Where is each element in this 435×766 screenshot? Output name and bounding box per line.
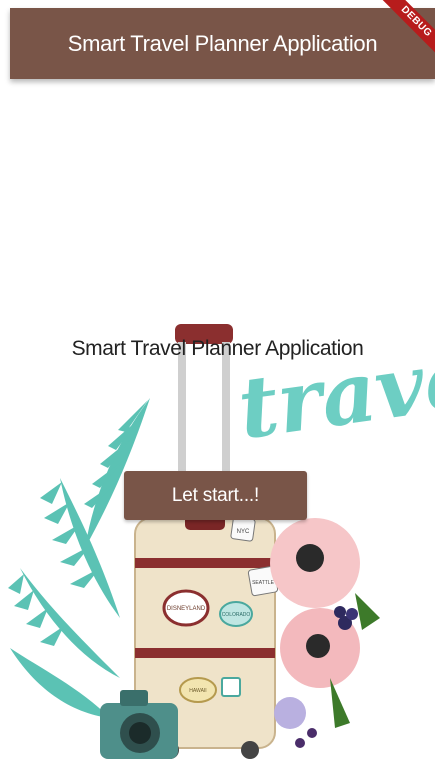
flowers-right	[270, 518, 380, 748]
suitcase-wheel-right	[241, 741, 259, 759]
sticker-seattle-label: SEATTLE	[252, 580, 275, 586]
app-bar: Smart Travel Planner Application	[10, 8, 435, 79]
page-title: Smart Travel Planner Application	[71, 337, 364, 360]
travel-illustration: travel DISNEYLAND COLORADO HAWAII SEATTL…	[0, 318, 435, 766]
sticker-disneyland-label: DISNEYLAND	[167, 606, 206, 612]
debug-banner-label: DEBUG	[378, 0, 435, 60]
let-start-button[interactable]: Let start...!	[124, 471, 307, 520]
suitcase-handle-right	[222, 342, 230, 472]
suitcase-handle-left	[178, 342, 186, 472]
sticker-nyc-label: NYC	[237, 529, 250, 535]
suitcase-strap-top	[135, 558, 275, 568]
sticker-colorado-label: COLORADO	[222, 612, 251, 618]
app-bar-title: Smart Travel Planner Application	[67, 30, 378, 56]
suitcase-strap-bottom	[135, 648, 275, 658]
sticker-x	[221, 677, 241, 697]
sticker-hawaii-label: HAWAII	[189, 688, 206, 694]
debug-banner: DEBUG	[375, 0, 435, 60]
travel-illustration-art: travel DISNEYLAND COLORADO HAWAII SEATTL…	[8, 322, 435, 759]
palm-leaves-left	[8, 398, 150, 718]
